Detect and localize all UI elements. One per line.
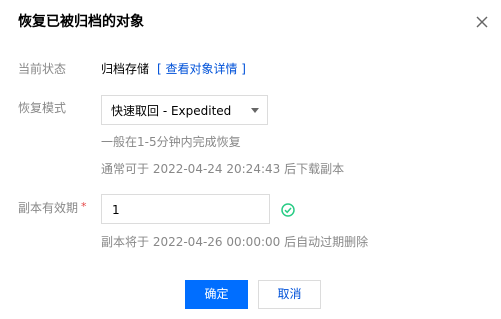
status-label: 当前状态 [18, 62, 67, 76]
status-value: 归档存储 [101, 62, 150, 76]
check-circle-icon [281, 202, 295, 217]
validity-label-text: 副本有效期 [18, 201, 79, 215]
dialog-title: 恢复已被归档的对象 [18, 14, 144, 30]
required-mark: * [81, 200, 87, 213]
restore-mode-selected: 快速取回 - Expedited [111, 104, 232, 118]
mode-hint-download-time: 通常可于 2022-04-24 20:24:43 后下载副本 [101, 162, 345, 176]
mode-hint-duration: 一般在1-5分钟内完成恢复 [101, 135, 241, 149]
restore-mode-select[interactable]: 快速取回 - Expedited [101, 95, 268, 125]
validity-hint: 副本将于 2022-04-26 00:00:00 后自动过期删除 [101, 235, 369, 249]
validity-label: 副本有效期 * [18, 200, 87, 217]
view-object-details-link[interactable]: [ 查看对象详情 ] [157, 61, 246, 77]
confirm-button[interactable]: 确定 [185, 280, 248, 309]
validity-days-input[interactable]: 1 [101, 194, 270, 224]
close-icon[interactable] [475, 14, 489, 28]
mode-label: 恢复模式 [18, 101, 67, 115]
validity-days-value: 1 [112, 203, 120, 217]
restore-dialog: 恢复已被归档的对象 当前状态 归档存储 [ 查看对象详情 ] 恢复模式 快速取回… [0, 0, 501, 319]
chevron-down-icon [251, 108, 259, 113]
cancel-button[interactable]: 取消 [258, 280, 321, 309]
